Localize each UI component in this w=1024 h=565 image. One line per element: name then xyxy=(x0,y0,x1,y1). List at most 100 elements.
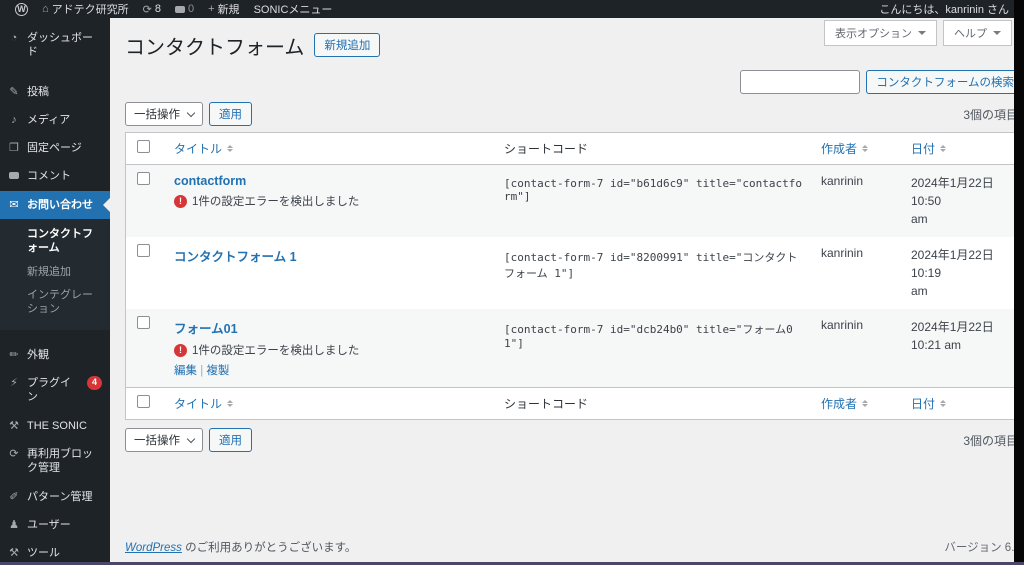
sort-author-header[interactable]: 作成者 xyxy=(821,140,857,157)
sonic-menu[interactable]: SONICメニュー xyxy=(247,0,340,18)
admin-sidebar: ◔ ダッシュボード ✎ 投稿 ♪ メディア ❐ 固定ページ コメント ✉ お問い合わせ コ… xyxy=(0,18,110,565)
submenu-item-add-new[interactable]: 新規追加 xyxy=(0,261,110,285)
search-submit-button[interactable]: コンタクトフォームの検索 xyxy=(866,70,1024,94)
sidebar-label: THE SONIC xyxy=(27,419,87,432)
form-title-link[interactable]: contactform xyxy=(174,174,246,188)
sidebar-item-reusable-blocks[interactable]: ⟳ 再利用ブロック管理 xyxy=(0,440,110,483)
new-content-menu[interactable]: + 新規 xyxy=(201,0,246,18)
date-value: 2024年1月22日 10:50 am xyxy=(911,176,994,226)
error-icon: ! xyxy=(174,343,187,357)
table-footer-row: タイトル ショートコード 作成者 日付 xyxy=(126,387,1018,419)
sidebar-label: プラグイン xyxy=(27,377,71,404)
sidebar-item-media[interactable]: ♪ メディア xyxy=(0,106,110,134)
wp-logo-menu[interactable]: W xyxy=(8,0,35,18)
sidebar-item-appearance[interactable]: ✏ 外観 xyxy=(0,341,110,369)
sidebar-label: 投稿 xyxy=(27,85,49,98)
sidebar-item-patterns[interactable]: ✐ パターン管理 xyxy=(0,483,110,511)
sidebar-label: ツール xyxy=(27,547,60,560)
author-value: kanrinin xyxy=(821,246,864,260)
updates-menu[interactable]: ⟳ 8 xyxy=(136,0,168,18)
shortcode-value: [contact-form-7 id="b61d6c9" title="cont… xyxy=(504,177,803,203)
pushpin-icon: ✎ xyxy=(9,85,19,98)
form-title-link[interactable]: フォーム01 xyxy=(174,318,238,337)
pattern-brush-icon: ✐ xyxy=(9,490,19,503)
sort-arrows-icon xyxy=(862,397,869,410)
wrench-icon: ⚒ xyxy=(9,419,19,432)
form-row: contactform ! 1件の設定エラーを検出しました [contact-fo… xyxy=(126,165,1018,237)
screen-options-label: 表示オプション xyxy=(835,28,912,40)
main-content: 表示オプション ヘルプ コンタクトフォーム 新規追加 コンタクトフォームの検索 … xyxy=(110,18,1024,565)
sidebar-label: 再利用ブロック管理 xyxy=(27,448,93,475)
forms-table: タイトル ショートコード 作成者 日付 contactform ! 1件の設定エラ… xyxy=(125,132,1019,420)
help-button[interactable]: ヘルプ xyxy=(943,20,1012,46)
site-name-menu[interactable]: ⌂ アドテク研究所 xyxy=(35,0,136,18)
contact-submenu: コンタクトフォーム 新規追加 インテグレーション xyxy=(0,219,110,330)
new-label: 新規 xyxy=(217,4,240,16)
apply-button[interactable]: 適用 xyxy=(209,102,252,126)
sort-arrows-icon xyxy=(227,142,234,155)
table-header-row: タイトル ショートコード 作成者 日付 xyxy=(126,133,1018,165)
row-checkbox[interactable] xyxy=(137,172,150,185)
sidebar-label: 外観 xyxy=(27,348,49,361)
search-input[interactable] xyxy=(740,70,861,94)
sidebar-label: お問い合わせ xyxy=(27,198,93,211)
bulk-action-label: 一括操作 xyxy=(134,435,180,447)
sidebar-item-the-sonic[interactable]: ⚒ THE SONIC xyxy=(0,412,110,440)
duplicate-action-link[interactable]: 複製 xyxy=(206,365,229,377)
sidebar-item-dashboard[interactable]: ◔ ダッシュボード xyxy=(0,24,110,67)
select-all-checkbox[interactable] xyxy=(137,140,150,153)
sort-arrows-icon xyxy=(227,397,234,410)
bulk-action-select-bottom[interactable]: 一括操作 xyxy=(125,428,203,452)
plus-icon: + xyxy=(208,3,215,15)
sidebar-item-posts[interactable]: ✎ 投稿 xyxy=(0,78,110,106)
form-title-link[interactable]: コンタクトフォーム 1 xyxy=(174,246,297,265)
recycle-icon: ⟳ xyxy=(9,448,19,461)
add-new-button[interactable]: 新規追加 xyxy=(314,33,381,57)
sidebar-label: パターン管理 xyxy=(27,490,93,503)
admin-bar: W ⌂ アドテク研究所 ⟳ 8 0 + 新規 SONICメニュー こんにちは、kanr… xyxy=(0,0,1024,18)
submenu-item-contact-forms[interactable]: コンタクトフォーム xyxy=(0,223,110,261)
chevron-down-icon xyxy=(186,434,196,443)
comments-menu[interactable]: 0 xyxy=(168,0,201,18)
select-all-checkbox[interactable] xyxy=(137,395,150,408)
plugins-update-badge: 4 xyxy=(86,376,102,390)
shortcode-value: [contact-form-7 id="dcb24b0" title="フォーム… xyxy=(504,323,793,350)
help-label: ヘルプ xyxy=(954,28,987,40)
items-count-bottom: 3個の項目 xyxy=(963,433,1018,448)
row-checkbox[interactable] xyxy=(137,244,150,257)
pages-icon: ❐ xyxy=(9,142,19,155)
sort-title-header[interactable]: タイトル xyxy=(174,395,222,412)
comment-bubble-icon xyxy=(8,169,20,183)
author-value: kanrinin xyxy=(821,174,864,188)
my-account-menu[interactable]: こんにちは、kanrinin さん xyxy=(872,0,1016,18)
edit-action-link[interactable]: 編集 xyxy=(174,365,197,377)
config-error-text: 1件の設定エラーを検出しました xyxy=(192,196,360,208)
row-checkbox[interactable] xyxy=(137,316,150,329)
site-name: アドテク研究所 xyxy=(51,4,129,16)
bulk-action-select[interactable]: 一括操作 xyxy=(125,102,203,126)
plug-icon: ⚡ xyxy=(10,377,18,390)
bulk-action-label: 一括操作 xyxy=(134,109,180,121)
sidebar-label: メディア xyxy=(27,113,71,126)
sidebar-item-comments[interactable]: コメント xyxy=(0,162,110,190)
wordpress-link[interactable]: WordPress xyxy=(125,542,182,554)
sidebar-item-plugins[interactable]: ⚡ プラグイン 4 xyxy=(0,369,110,412)
media-icon: ♪ xyxy=(11,113,17,126)
date-value: 2024年1月22日 10:19 am xyxy=(911,248,994,298)
sort-title-header[interactable]: タイトル xyxy=(174,140,222,157)
sidebar-label: ダッシュボード xyxy=(27,32,93,59)
page-title: コンタクトフォーム xyxy=(125,36,305,59)
sidebar-item-contact[interactable]: ✉ お問い合わせ xyxy=(0,190,110,220)
paintbrush-icon: ✏ xyxy=(9,348,19,361)
items-count: 3個の項目 xyxy=(963,107,1018,122)
version-text: バージョン 6.4. xyxy=(944,542,1024,554)
apply-button-bottom[interactable]: 適用 xyxy=(209,428,252,452)
screen-options-button[interactable]: 表示オプション xyxy=(824,20,937,46)
sort-author-header[interactable]: 作成者 xyxy=(821,395,857,412)
sidebar-item-users[interactable]: ♟ ユーザー xyxy=(0,511,110,539)
sidebar-item-pages[interactable]: ❐ 固定ページ xyxy=(0,134,110,162)
submenu-item-integration[interactable]: インテグレーション xyxy=(0,284,110,322)
sort-date-header[interactable]: 日付 xyxy=(911,140,935,157)
sort-date-header[interactable]: 日付 xyxy=(911,395,935,412)
error-icon: ! xyxy=(174,194,187,208)
